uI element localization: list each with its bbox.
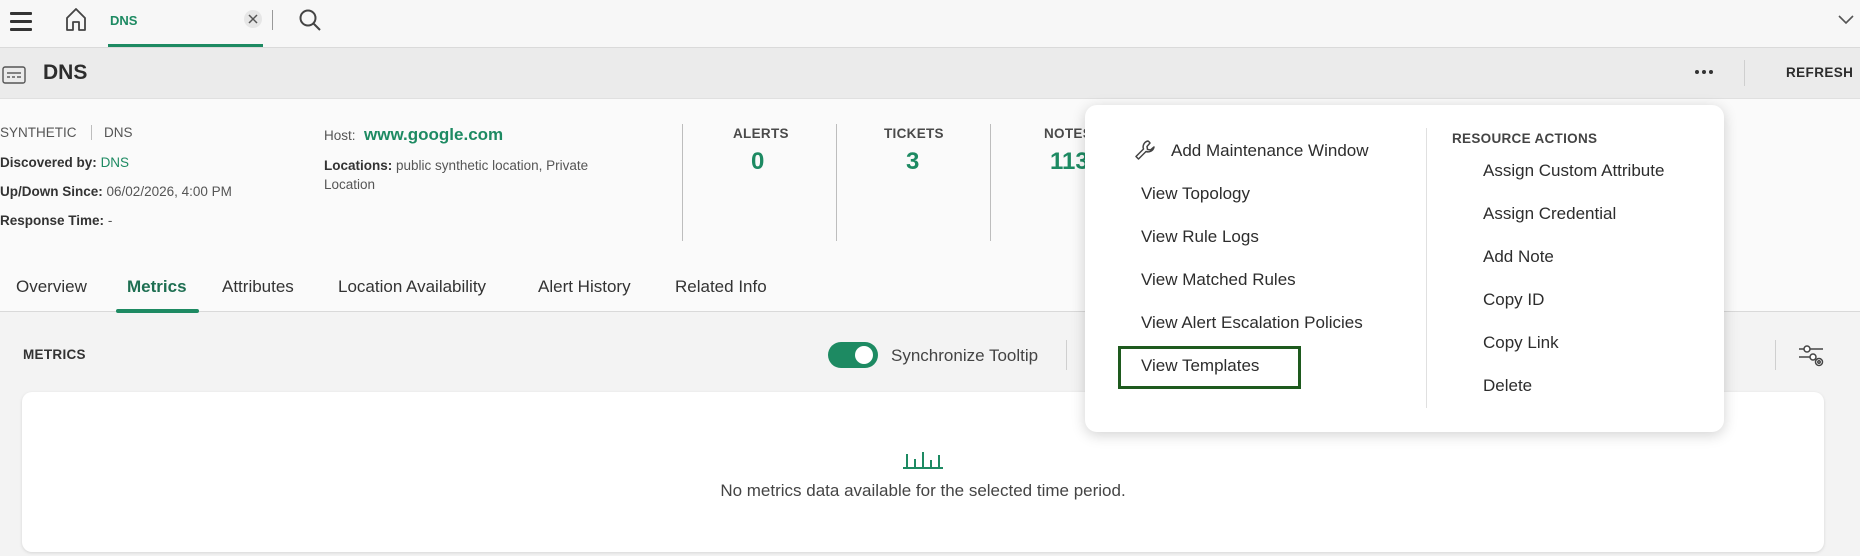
discovered-by-link[interactable]: DNS: [101, 155, 130, 170]
type-divider: [91, 125, 92, 140]
synchronize-tooltip-label: Synchronize Tooltip: [891, 346, 1039, 365]
stats-divider: [682, 124, 683, 241]
toggle-knob: [855, 346, 873, 364]
menu-item-view-alert-escalation-policies[interactable]: View Alert Escalation Policies: [1141, 313, 1363, 333]
menu-item-view-rule-logs[interactable]: View Rule Logs: [1141, 227, 1259, 247]
menu-item-add-maintenance-window[interactable]: Add Maintenance Window: [1171, 141, 1369, 161]
filter-settings-icon[interactable]: [1797, 342, 1825, 368]
host-link[interactable]: www.google.com: [364, 125, 503, 145]
resource-subtype: DNS: [104, 125, 133, 140]
stat-tickets-label: TICKETS: [884, 126, 944, 141]
stats-divider: [990, 124, 991, 241]
menu-item-view-matched-rules[interactable]: View Matched Rules: [1141, 270, 1296, 290]
chevron-down-icon[interactable]: [1836, 10, 1856, 28]
locations-continued: Location: [324, 177, 376, 192]
menu-item-add-note[interactable]: Add Note: [1483, 247, 1554, 267]
resource-actions-header: RESOURCE ACTIONS: [1452, 131, 1598, 146]
response-time: Response Time: -: [0, 213, 113, 228]
bar-chart-icon: [903, 452, 943, 469]
tab-location-availability[interactable]: Location Availability: [338, 277, 486, 297]
toolbar-divider: [1066, 340, 1067, 370]
top-tab-bar: [0, 0, 1860, 48]
tab-attributes[interactable]: Attributes: [222, 277, 294, 297]
page-title: DNS: [43, 61, 88, 84]
stat-tickets-value[interactable]: 3: [906, 148, 919, 176]
tab-overview[interactable]: Overview: [16, 277, 87, 297]
metrics-section-label: METRICS: [23, 347, 86, 362]
host-label: Host:: [324, 128, 356, 143]
discovered-by: Discovered by: DNS: [0, 155, 130, 170]
tab-divider: [272, 10, 273, 30]
tab-related-info[interactable]: Related Info: [675, 277, 767, 297]
wrench-icon: [1135, 140, 1155, 160]
tab-alert-history[interactable]: Alert History: [538, 277, 631, 297]
more-options-icon[interactable]: [1692, 63, 1716, 81]
home-icon[interactable]: [64, 6, 88, 32]
tab-metrics[interactable]: Metrics: [127, 277, 187, 297]
updown-since: Up/Down Since: 06/02/2026, 4:00 PM: [0, 184, 232, 199]
menu-item-view-topology[interactable]: View Topology: [1141, 184, 1250, 204]
resource-type-icon: [2, 66, 26, 84]
toolbar-divider: [1775, 340, 1776, 370]
empty-metrics-message: No metrics data available for the select…: [720, 481, 1126, 500]
menu-item-copy-link[interactable]: Copy Link: [1483, 333, 1559, 353]
close-tab-icon[interactable]: [244, 10, 262, 28]
menu-item-delete[interactable]: Delete: [1483, 376, 1532, 396]
refresh-button[interactable]: REFRESH: [1786, 65, 1853, 80]
tab-dns-label: DNS: [110, 13, 138, 28]
stat-alerts-value[interactable]: 0: [751, 148, 764, 176]
stat-alerts-label: ALERTS: [733, 126, 789, 141]
locations: Locations: public synthetic location, Pr…: [324, 158, 589, 173]
hamburger-menu-icon[interactable]: [10, 12, 32, 32]
menu-item-assign-custom-attribute[interactable]: Assign Custom Attribute: [1483, 161, 1664, 181]
search-icon[interactable]: [298, 8, 322, 32]
stat-notes-value[interactable]: 113: [1050, 148, 1089, 176]
menu-item-copy-id[interactable]: Copy ID: [1483, 290, 1544, 310]
stats-divider: [836, 124, 837, 241]
header-divider: [1744, 60, 1745, 86]
resource-type: SYNTHETIC: [0, 125, 77, 140]
menu-item-view-templates[interactable]: View Templates: [1141, 356, 1259, 376]
page-header: [0, 48, 1860, 99]
dropdown-divider: [1426, 128, 1427, 408]
menu-item-assign-credential[interactable]: Assign Credential: [1483, 204, 1616, 224]
